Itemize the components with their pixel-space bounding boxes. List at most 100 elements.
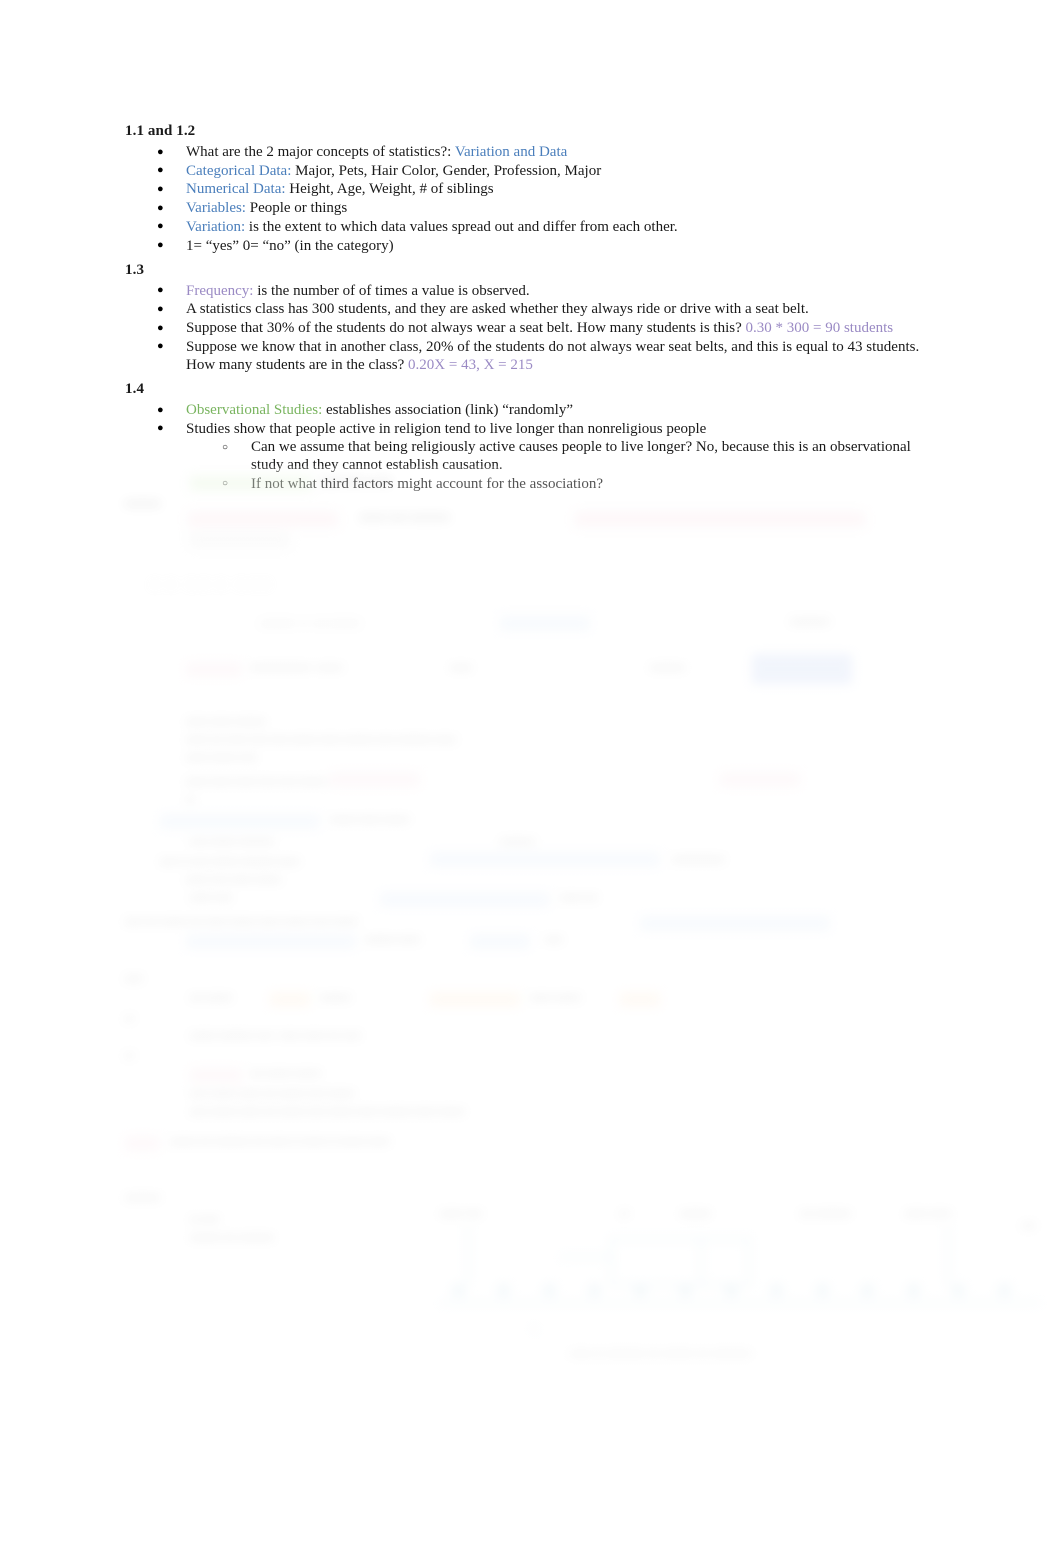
faded-text-line: ••• ••••••: [190, 991, 235, 1005]
list-item: Frequency: is the number of of times a v…: [125, 281, 935, 300]
faded-text-line: ••••••••: [650, 661, 686, 675]
list-item: 1= “yes” 0= “no” (in the category): [125, 236, 935, 255]
faded-highlight: [430, 852, 660, 867]
diagram-dot: [543, 1284, 556, 1297]
faded-text-line: ••: [125, 1012, 134, 1026]
faded-content-region: ••••• •••• •• ••• •••••••• •••••• •••• •…: [0, 466, 1062, 1406]
document-page: 1.1 and 1.2 What are the 2 major concept…: [0, 0, 1062, 1556]
faded-text-line: •••••••••: [790, 615, 830, 629]
bullet-list-1-4: Observational Studies: establishes assoc…: [125, 401, 935, 494]
list-item: Suppose we know that in another class, 2…: [125, 337, 935, 374]
item-text: Suppose we know that in another class, 2…: [186, 338, 920, 374]
item-text: Major, Pets, Hair Color, Gender, Profess…: [291, 162, 602, 179]
notes-body: 1.1 and 1.2 What are the 2 major concept…: [125, 122, 935, 493]
diagram-dot: [634, 1284, 647, 1297]
faded-highlight: [500, 616, 590, 631]
faded-text-line: ••••••• •••••: [365, 933, 421, 947]
diagram-dot: [952, 1284, 965, 1297]
faded-text-line: •••••: [450, 661, 472, 675]
faded-highlight: [186, 662, 242, 677]
faded-text-line: ••••• ••••: [190, 891, 232, 905]
faded-text-line: ••••• •••••• ••••: [186, 751, 257, 765]
faded-text-line: ••••: [545, 933, 563, 947]
faded-text-line: ••: [125, 1049, 134, 1063]
faded-text-line: •••• ••• •••••• ••• ••••• •••••• ••••• •…: [125, 915, 358, 929]
list-item: What are the 2 major concepts of statist…: [125, 142, 935, 161]
faded-blue-highlight-block: [752, 654, 852, 684]
list-item: Can we assume that being religiously act…: [186, 438, 935, 474]
diagram-box: [610, 1238, 750, 1286]
diagram-box-divider: [700, 1238, 702, 1286]
faded-text-line: ••••••••••••: [672, 853, 725, 867]
item-text: What are the 2 major concepts of statist…: [186, 144, 455, 160]
item-text: Suppose that 30% of the students do not …: [186, 320, 746, 337]
faded-highlight: [160, 814, 320, 829]
faded-highlight: [430, 992, 520, 1007]
faded-highlight: [380, 892, 550, 907]
item-term: Observational Studies:: [186, 402, 323, 419]
faded-text-line: ••••••• ••• ••••••••: [190, 1231, 274, 1245]
faded-text-line: ••••••••: [500, 835, 536, 849]
faded-highlight: [188, 512, 338, 527]
faded-text-line: ••: [620, 1207, 629, 1221]
faded-text-line: ••••• •••••: [905, 1207, 952, 1221]
item-text: establishes association (link) “randomly…: [322, 402, 574, 419]
item-term: Variables:: [186, 200, 246, 217]
diagram-dot: [861, 1284, 874, 1297]
faded-sketch: ∧ ∧ ∧ ∧ ∧ ∧ ∧ ∧: [150, 577, 271, 591]
bullet-list-1-1-1-2: What are the 2 major concepts of statist…: [125, 142, 935, 255]
fade-overlay: [0, 466, 1062, 1406]
diagram-dot: [679, 1284, 692, 1297]
list-item: Observational Studies: establishes assoc…: [125, 401, 935, 420]
section-heading-1-1-1-2: 1.1 and 1.2: [125, 123, 196, 139]
faded-text-line: •••••• •••• •••••••••: [360, 511, 450, 525]
faded-text-line: •••••••• •• ••• •••••••: [260, 617, 361, 631]
faded-highlight: [270, 992, 310, 1007]
item-answer: 0.20X = 43, X = 215: [408, 357, 533, 374]
faded-text-line: ••••• ••••: [440, 1207, 482, 1221]
item-answer: Variation and Data: [454, 144, 568, 160]
sub-bullet-list: Can we assume that being religiously act…: [186, 438, 935, 494]
diagram-dot: [816, 1284, 829, 1297]
faded-text-line: ••• ••••••••: [800, 1207, 851, 1221]
faded-text-line: ••••• ••• ••••• •••• •••• •••••• ••••• •…: [186, 733, 457, 747]
item-text: People or things: [245, 200, 348, 217]
list-item: Suppose that 30% of the students do not …: [125, 319, 935, 338]
faded-highlight: [620, 992, 660, 1007]
list-item: Variation: is the extent to which data v…: [125, 217, 935, 236]
faded-text-line: •••••• ••••• ••••••: [330, 813, 410, 827]
diagram-callout-arrow: ↖: [530, 1323, 541, 1337]
bullet-list-1-3: Frequency: is the number of of times a v…: [125, 281, 935, 375]
diagram-dot: [770, 1284, 783, 1297]
faded-highlight: [190, 1068, 242, 1083]
item-text: 1= “yes” 0= “no” (in the category): [186, 237, 394, 254]
diagram-dot: [452, 1284, 465, 1297]
faded-text-line: ••••• ••••••: [530, 991, 581, 1005]
faded-text-line: •••••••••••••• ••••••: [250, 661, 343, 675]
section-heading-1-3: 1.3: [125, 261, 145, 278]
faded-highlight: [720, 772, 800, 787]
faded-highlight: [190, 532, 290, 548]
faded-text-line: ••••••••: [125, 497, 161, 511]
faded-highlight: [470, 934, 530, 949]
faded-text-line: ••••• •••: [560, 891, 598, 905]
faded-text-line: •••••• •••••••• •••• ••••• ••••• ••• •••…: [190, 1029, 361, 1043]
faded-text-line: •• ••••: [190, 1213, 219, 1227]
list-item: Categorical Data: Major, Pets, Hair Colo…: [125, 161, 935, 180]
faded-text-line: ••••• •• ••••••••• ••• ••••••• ••• •••••…: [570, 1347, 752, 1361]
faded-text-line: ••: [186, 793, 195, 807]
item-term: Frequency:: [186, 282, 254, 299]
diagram-dot: [588, 1284, 601, 1297]
faded-text-line: •••••••: [320, 991, 351, 1005]
item-text: Studies show that people active in relig…: [186, 420, 707, 437]
item-text: is the number of of times a value is obs…: [253, 282, 530, 299]
item-term: Variation:: [186, 218, 246, 235]
faded-text-line: ••• •••••• ••••••: [250, 1067, 321, 1081]
faded-text-line: ••••••••: [125, 1191, 161, 1205]
faded-text-line: ••••: [125, 972, 143, 986]
faded-text-line: •••: [1022, 1219, 1036, 1233]
item-term: Categorical Data:: [186, 162, 292, 179]
item-text: is the extent to which data values sprea…: [245, 218, 678, 235]
faded-text-line: •••• •••••• ••••• ••• •••••• •••• ••••••…: [190, 1105, 465, 1119]
diagram-dot: [907, 1284, 920, 1297]
